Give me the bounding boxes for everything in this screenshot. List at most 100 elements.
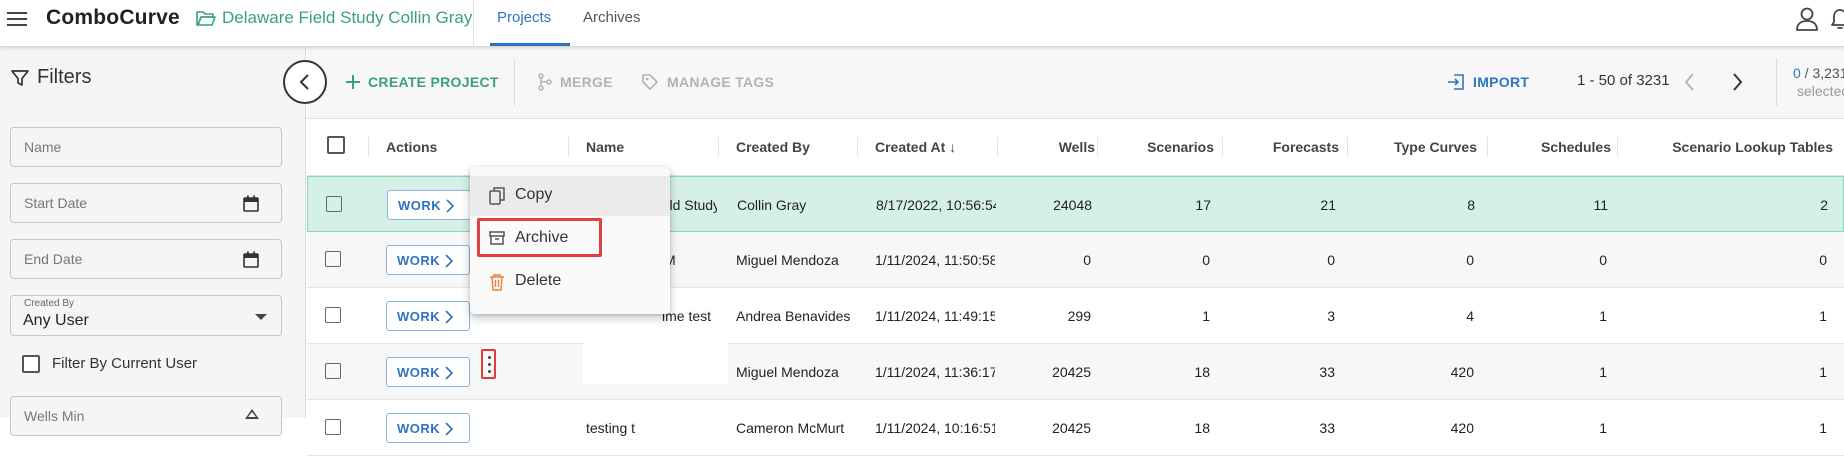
row-checkbox[interactable] [325,363,341,379]
dot [488,356,491,359]
calendar-icon[interactable] [243,195,259,212]
table-row[interactable]: WORK testing t Cameron McMurt 1/11/2024,… [307,400,1844,456]
work-label: WORK [397,421,441,436]
wells-min-input[interactable]: Wells Min [10,396,282,436]
app-logo[interactable]: ComboCurve [46,6,180,30]
cell-lookup-tables: 0 [1819,252,1827,268]
header-scenarios[interactable]: Scenarios [1097,139,1214,155]
header-name[interactable]: Name [586,139,624,155]
copy-icon [489,187,505,205]
chevron-right-icon [445,366,453,380]
plus-icon [346,75,360,89]
cell-created-at: 1/11/2024, 11:49:15 [875,308,995,324]
cell-scenarios: 17 [1195,197,1211,213]
column-divider [857,137,858,157]
header-schedules[interactable]: Schedules [1487,139,1611,155]
cell-name[interactable]: ime test [662,308,716,324]
end-date-input[interactable]: End Date [10,239,282,279]
hamburger-menu-icon[interactable] [7,9,27,29]
header-actions[interactable]: Actions [386,139,437,155]
wells-min-placeholder: Wells Min [24,408,85,424]
cell-wells: 20425 [1052,420,1091,436]
menu-item-copy[interactable]: Copy [470,176,670,216]
cell-name[interactable]: M [664,252,716,268]
chevron-right-icon[interactable] [1727,70,1747,94]
work-button[interactable]: WORK [386,301,470,331]
cell-created-at: 1/11/2024, 10:16:51 [875,420,995,436]
cell-created-at: 1/11/2024, 11:50:58 [875,252,995,268]
collapse-filters-button[interactable] [283,60,327,104]
header-forecasts[interactable]: Forecasts [1222,139,1339,155]
header-lookup-tables[interactable]: Scenario Lookup Tables [1617,139,1833,155]
cell-name[interactable]: testing t [586,420,716,436]
table-row[interactable]: WORK Miguel Mendoza 1/11/2024, 11:36:17 … [307,344,1844,400]
column-divider [368,137,369,157]
create-project-label: CREATE PROJECT [368,74,499,90]
sort-desc-icon: ↓ [949,139,957,155]
column-divider [568,137,569,157]
menu-item-copy-label: Copy [515,186,553,203]
name-filter-input[interactable]: Name [10,127,282,167]
row-checkbox[interactable] [325,251,341,267]
cell-lookup-tables: 2 [1820,197,1828,213]
bell-icon[interactable] [1828,7,1844,31]
work-button[interactable]: WORK [386,245,470,275]
trash-icon [490,274,504,291]
cell-forecasts: 21 [1320,197,1336,213]
cell-scenarios: 18 [1194,364,1210,380]
created-by-select[interactable]: Created By Any User [10,295,282,336]
header-wells[interactable]: Wells [997,139,1095,155]
cell-forecasts: 33 [1319,420,1335,436]
chevron-right-icon [445,310,453,324]
folder-open-icon [196,11,216,26]
active-tab-indicator [490,43,570,46]
top-bar: ComboCurve Delaware Field Study Collin G… [0,0,1844,47]
cell-wells: 20425 [1052,364,1091,380]
filter-current-user-checkbox[interactable] [22,355,40,373]
chevron-right-icon [445,254,453,268]
cell-type-curves: 0 [1466,252,1474,268]
chevron-left-icon [299,74,309,90]
header-created-by[interactable]: Created By [736,139,810,155]
chevron-left-icon[interactable] [1680,70,1700,94]
row-checkbox[interactable] [326,196,342,212]
work-button[interactable]: WORK [386,357,470,387]
selected-count-total: / 3,231 [1800,65,1844,81]
cell-wells: 0 [1083,252,1091,268]
merge-button[interactable]: MERGE [538,71,613,93]
calendar-icon[interactable] [243,251,259,268]
header-created-at[interactable]: Created At ↓ [875,139,956,155]
cell-wells: 299 [1067,308,1091,324]
row-actions-menu: Copy Archive Delete [470,167,670,314]
start-date-input[interactable]: Start Date [10,183,282,223]
user-icon[interactable] [1794,6,1820,32]
menu-item-delete[interactable]: Delete [470,262,670,302]
manage-tags-button[interactable]: MANAGE TAGS [641,71,774,93]
cell-schedules: 1 [1599,420,1607,436]
cell-wells: 24048 [1053,197,1092,213]
tab-projects[interactable]: Projects [497,9,551,26]
selected-label: selected [1797,83,1844,99]
selected-count-number: 0 [1793,65,1801,81]
more-actions-icon[interactable] [481,349,496,379]
work-label: WORK [398,198,442,213]
cell-schedules: 1 [1599,308,1607,324]
current-project-name[interactable]: Delaware Field Study Collin Gray [222,8,472,28]
cell-forecasts: 33 [1319,364,1335,380]
merge-icon [538,73,552,91]
tab-archives[interactable]: Archives [583,9,641,26]
chevron-right-icon [446,199,454,213]
import-button[interactable]: IMPORT [1447,71,1529,93]
dropdown-caret-icon [255,314,267,320]
header-type-curves[interactable]: Type Curves [1347,139,1477,155]
cell-created-by: Miguel Mendoza [736,364,839,380]
filters-panel: Filters Name Start Date End Date Created… [0,47,306,436]
row-checkbox[interactable] [325,419,341,435]
end-date-placeholder: End Date [24,251,83,267]
row-checkbox[interactable] [325,307,341,323]
select-all-checkbox[interactable] [327,136,345,154]
cell-schedules: 1 [1599,364,1607,380]
create-project-button[interactable]: CREATE PROJECT [346,71,499,93]
divider [473,0,474,46]
work-button[interactable]: WORK [387,190,471,220]
